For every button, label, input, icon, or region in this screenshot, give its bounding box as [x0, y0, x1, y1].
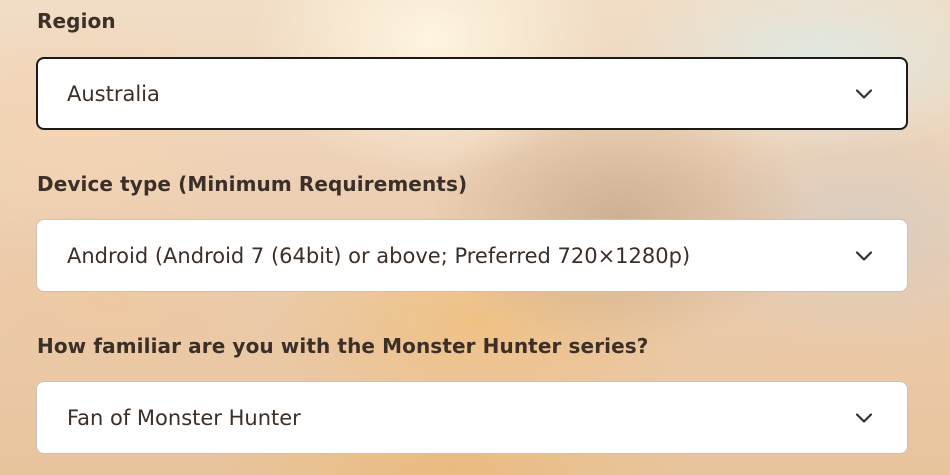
device-type-selected-value: Android (Android 7 (64bit) or above; Pre…	[67, 243, 691, 268]
familiarity-select[interactable]: Fan of Monster Hunter	[36, 381, 908, 454]
device-type-select[interactable]: Android (Android 7 (64bit) or above; Pre…	[36, 219, 908, 292]
region-label: Region	[37, 9, 116, 33]
region-selected-value: Australia	[67, 81, 160, 106]
device-type-label: Device type (Minimum Requirements)	[37, 172, 468, 196]
chevron-down-icon	[855, 88, 873, 100]
familiarity-label: How familiar are you with the Monster Hu…	[37, 334, 649, 358]
familiarity-selected-value: Fan of Monster Hunter	[67, 405, 301, 430]
region-select[interactable]: Australia	[36, 57, 908, 130]
chevron-down-icon	[855, 412, 873, 424]
chevron-down-icon	[855, 250, 873, 262]
